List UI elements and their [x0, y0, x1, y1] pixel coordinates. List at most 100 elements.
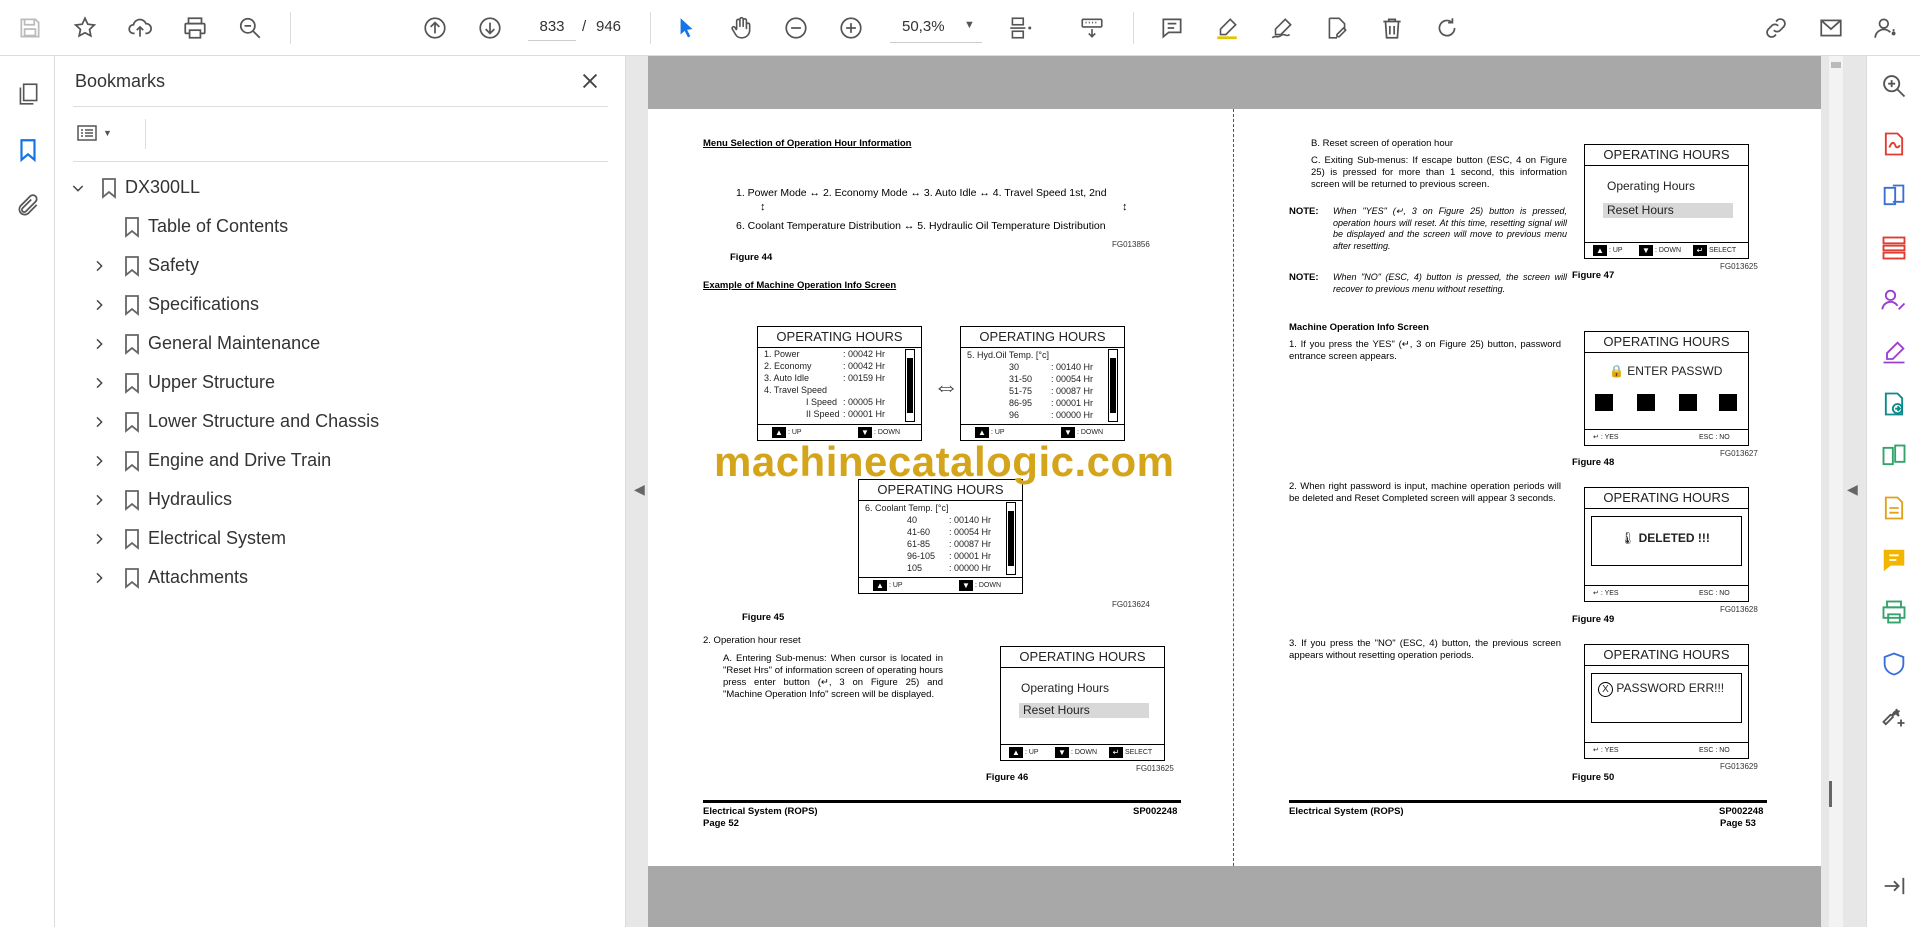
send-review-icon[interactable]	[1879, 389, 1909, 419]
page-fit-icon[interactable]	[1002, 10, 1038, 46]
account-icon[interactable]	[1868, 10, 1904, 46]
collapse-left-icon[interactable]: ◀	[634, 481, 645, 498]
bookmarks-icon[interactable]	[10, 132, 46, 168]
up-key-icon: ▲	[975, 426, 989, 438]
down-key-icon: ▼	[1061, 426, 1075, 438]
zoom-out-icon[interactable]	[778, 10, 814, 46]
zoom-search-icon[interactable]	[232, 10, 268, 46]
bookmark-item[interactable]: General Maintenance	[55, 324, 626, 363]
password-digit-box	[1719, 394, 1737, 411]
protect-icon[interactable]	[1879, 649, 1909, 679]
page-down-icon[interactable]	[472, 10, 508, 46]
chevron-down-icon[interactable]	[69, 179, 87, 197]
chevron-right-icon[interactable]	[90, 296, 108, 314]
close-icon[interactable]	[575, 66, 605, 96]
scroll-position-marker	[1829, 781, 1832, 807]
page-up-icon[interactable]	[417, 10, 453, 46]
footer-code: SP002248	[1133, 806, 1178, 817]
enter-key-icon: ↵	[1593, 747, 1599, 754]
chevron-right-icon[interactable]	[90, 413, 108, 431]
print-icon[interactable]	[177, 10, 213, 46]
chevron-right-icon[interactable]	[90, 530, 108, 548]
export-pdf-icon[interactable]	[1879, 129, 1909, 159]
create-pdf-icon[interactable]	[1879, 181, 1909, 211]
bookmark-item[interactable]: Lower Structure and Chassis	[55, 402, 626, 441]
bookmark-item[interactable]: Electrical System	[55, 519, 626, 558]
more-tools-icon[interactable]	[1879, 701, 1909, 731]
bookmark-item[interactable]: Hydraulics	[55, 480, 626, 519]
scroll-mode-icon[interactable]	[1074, 10, 1110, 46]
bookmark-item[interactable]: Table of Contents	[55, 207, 626, 246]
highlight-icon[interactable]	[1209, 10, 1245, 46]
email-icon[interactable]	[1813, 10, 1849, 46]
lcd-row-label: 4. Travel Speed	[764, 385, 828, 395]
chevron-right-icon[interactable]	[90, 452, 108, 470]
attachments-icon[interactable]	[10, 188, 46, 224]
scan-ocr-icon[interactable]	[1879, 493, 1909, 523]
figure-caption: Figure 45	[742, 612, 785, 623]
arrow-updown-icon: ↕	[760, 201, 766, 213]
zoom-search-icon[interactable]	[1879, 71, 1909, 101]
footer-rule	[703, 800, 1181, 803]
zoom-select[interactable]: 50,3% ▼	[890, 13, 982, 43]
zoom-in-icon[interactable]	[833, 10, 869, 46]
fill-sign-icon[interactable]	[1879, 337, 1909, 367]
document-viewport[interactable]: ◀ Menu Selection of Operation Hour Infor…	[626, 56, 1866, 927]
bookmark-label: General Maintenance	[148, 333, 321, 353]
enter-key-icon: ↵	[1109, 746, 1123, 758]
bookmark-item[interactable]: Upper Structure	[55, 363, 626, 402]
bookmark-item[interactable]: Specifications	[55, 285, 626, 324]
step-text: B. Reset screen of operation hour	[1311, 138, 1454, 149]
organize-pages-icon[interactable]	[1879, 233, 1909, 263]
lcd-screen-operating-hours: OPERATING HOURS ▲ : UP ▼ : DOWN 1. Power…	[757, 326, 922, 441]
compare-files-icon[interactable]	[1879, 441, 1909, 471]
step-text: 3. If you press the "NO" (ESC, 4) button…	[1289, 638, 1561, 661]
step-text: 1. If you press the YES" (↵, 3 on Figure…	[1289, 339, 1561, 362]
chevron-right-icon[interactable]	[90, 257, 108, 275]
zoom-value: 50,3%	[902, 18, 945, 35]
sign-icon[interactable]	[1264, 10, 1300, 46]
save-icon[interactable]	[12, 10, 48, 46]
figure-code: FG013625	[1136, 764, 1174, 773]
bookmark-item[interactable]: Engine and Drive Train	[55, 441, 626, 480]
scrollbar-thumb[interactable]	[1831, 62, 1841, 68]
chevron-right-icon[interactable]	[90, 374, 108, 392]
step-text: 2. Operation hour reset	[703, 635, 801, 646]
lcd-row-value: : 00054 Hr	[949, 527, 992, 537]
chevron-right-icon[interactable]	[90, 491, 108, 509]
lcd-row-label: 40	[907, 515, 918, 525]
lcd-title: OPERATING HOURS	[758, 327, 921, 348]
hand-icon[interactable]	[723, 10, 759, 46]
print-production-icon[interactable]	[1879, 597, 1909, 627]
page-thumbnails-icon[interactable]	[10, 76, 46, 112]
request-signatures-icon[interactable]	[1879, 285, 1909, 315]
bookmark-star-icon[interactable]	[67, 10, 103, 46]
page-number-input[interactable]	[528, 13, 576, 41]
collapse-right-icon[interactable]: ◀	[1847, 481, 1858, 498]
comment-icon[interactable]	[1154, 10, 1190, 46]
lcd-row-heading: 5. Hyd.Oil Temp. [°c]	[967, 350, 1049, 360]
edit-pdf-icon[interactable]	[1319, 10, 1355, 46]
lcd-row-value: : 00001 Hr	[843, 409, 886, 419]
lcd-scrollbar	[905, 349, 915, 422]
footer-section: Electrical System (ROPS)	[703, 806, 818, 817]
expand-panel-icon[interactable]	[1879, 871, 1909, 901]
delete-icon[interactable]	[1374, 10, 1410, 46]
bookmark-root[interactable]: DX300LL	[55, 168, 626, 207]
share-link-icon[interactable]	[1758, 10, 1794, 46]
thermometer-icon: 🌡	[1620, 531, 1636, 545]
select-cursor-icon[interactable]	[668, 10, 704, 46]
chevron-right-icon[interactable]	[90, 569, 108, 587]
bookmark-item[interactable]: Attachments	[55, 558, 626, 597]
password-digit-box	[1637, 394, 1655, 411]
comment-tool-icon[interactable]	[1879, 545, 1909, 575]
footer-code: SP002248	[1719, 806, 1764, 817]
rotate-icon[interactable]	[1429, 10, 1465, 46]
lcd-row-value: : 00087 Hr	[1051, 386, 1094, 396]
lcd-footer: ↵ : YES ESC : NO	[1585, 585, 1748, 601]
upload-icon[interactable]	[122, 10, 158, 46]
bookmark-options-button[interactable]: ▼	[75, 117, 121, 149]
bookmark-item[interactable]: Safety	[55, 246, 626, 285]
figure-code: FG013627	[1720, 449, 1758, 458]
chevron-right-icon[interactable]	[90, 335, 108, 353]
